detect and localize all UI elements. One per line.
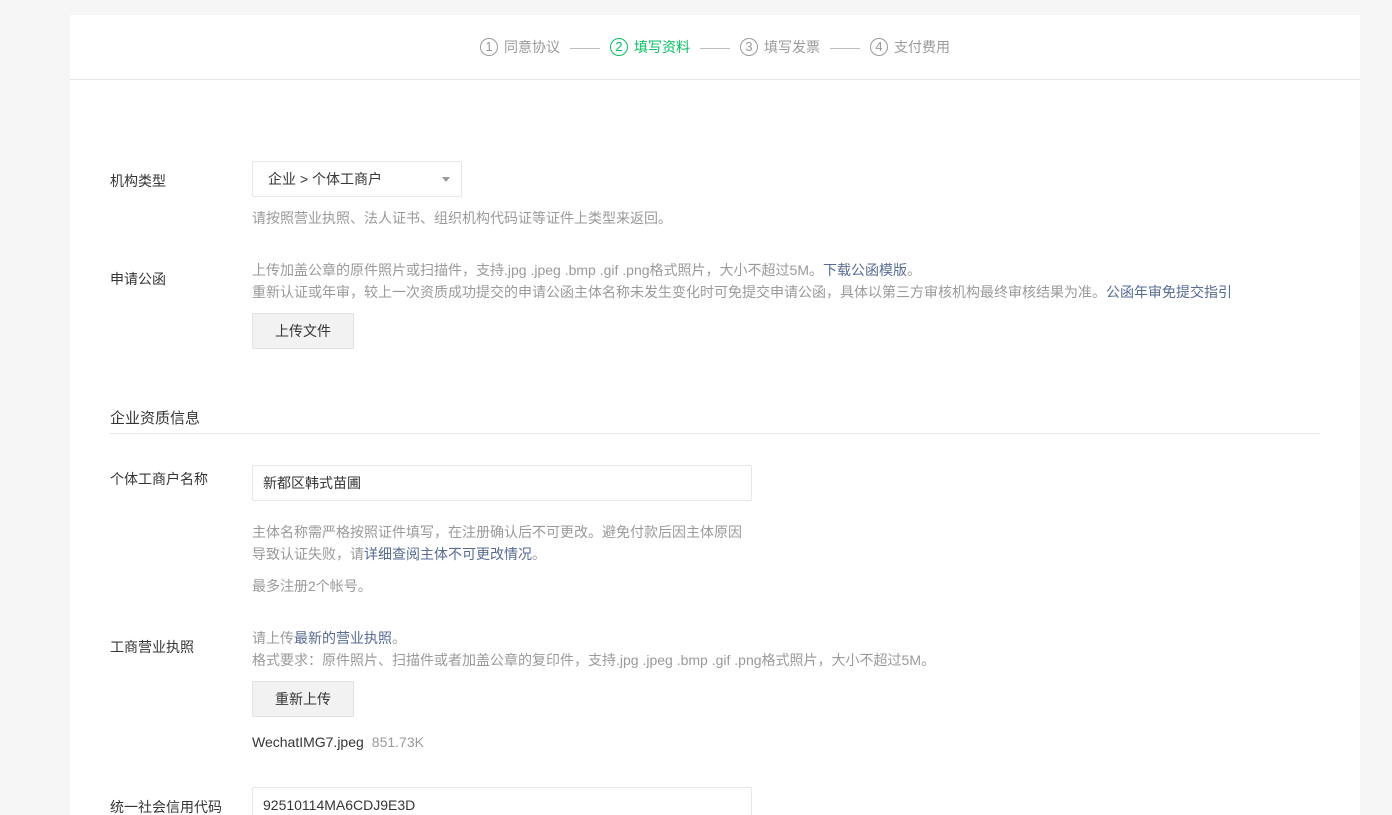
account-limit-tip: 最多注册2个帐号。 [252, 578, 372, 594]
file-name[interactable]: WechatIMG7.jpeg [252, 734, 364, 750]
step-agree: 1 同意协议 [480, 37, 560, 57]
latest-license-link[interactable]: 最新的营业执照 [294, 630, 392, 646]
step-number: 3 [740, 38, 758, 56]
section-divider [110, 433, 1320, 434]
step-label: 填写发票 [764, 39, 820, 55]
chevron-down-icon [442, 177, 450, 182]
step-label: 支付费用 [894, 39, 950, 55]
unchangeable-subject-link[interactable]: 详细查阅主体不可更改情况 [364, 546, 532, 562]
business-name-tip-1: 主体名称需严格按照证件填写，在注册确认后不可更改。避免付款后因主体原因 [252, 524, 742, 540]
step-label: 同意协议 [504, 39, 560, 55]
step-divider [700, 48, 730, 49]
step-number: 1 [480, 38, 498, 56]
org-type-tip: 请按照营业执照、法人证书、组织机构代码证等证件上类型来返回。 [252, 210, 672, 226]
org-type-label: 机构类型 [110, 173, 166, 189]
credit-code-input[interactable]: 92510114MA6CDJ9E3D [252, 787, 752, 815]
business-name-tip-2: 导致认证失败，请详细查阅主体不可更改情况。 [252, 543, 546, 565]
section-title: 企业资质信息 [110, 410, 201, 427]
step-invoice: 3 填写发票 [740, 37, 820, 57]
license-label: 工商营业执照 [110, 639, 194, 655]
exemption-guide-link[interactable]: 公函年审免提交指引 [1106, 284, 1232, 300]
license-tip-text: 请上传 [252, 630, 294, 646]
letter-tip-text: 重新认证或年审，较上一次资质成功提交的申请公函主体名称未发生变化时可免提交申请公… [252, 284, 1106, 300]
file-size: 851.73K [371, 734, 424, 750]
step-payment: 4 支付费用 [870, 37, 950, 57]
letter-tip-1: 上传加盖公章的原件照片或扫描件，支持.jpg .jpeg .bmp .gif .… [252, 259, 921, 281]
upload-file-button[interactable]: 上传文件 [252, 313, 354, 349]
business-name-label: 个体工商户名称 [110, 471, 208, 487]
step-number: 4 [870, 38, 888, 56]
step-divider [830, 48, 860, 49]
business-name-tip-end: 。 [532, 546, 546, 562]
org-type-select[interactable]: 企业 > 个体工商户 [252, 161, 462, 197]
step-label: 填写资料 [634, 39, 690, 55]
business-name-tip-text: 导致认证失败，请 [252, 546, 364, 562]
letter-tip-2: 重新认证或年审，较上一次资质成功提交的申请公函主体名称未发生变化时可免提交申请公… [252, 281, 1232, 303]
step-fill-info: 2 填写资料 [610, 37, 690, 57]
form-card: 1 同意协议 2 填写资料 3 填写发票 4 支付费用 机构类型 企业 > 个体… [70, 15, 1360, 815]
step-number: 2 [610, 38, 628, 56]
letter-tip-text: 上传加盖公章的原件照片或扫描件，支持.jpg .jpeg .bmp .gif .… [252, 262, 823, 278]
download-template-link[interactable]: 下载公函模版 [823, 262, 907, 278]
letter-tip-end: 。 [906, 262, 921, 278]
uploaded-file: WechatIMG7.jpeg 851.73K [252, 734, 424, 750]
step-divider [570, 48, 600, 49]
license-tip-end: 。 [392, 630, 406, 646]
license-tip-1: 请上传最新的营业执照。 [252, 627, 406, 649]
credit-code-label: 统一社会信用代码 [110, 799, 222, 815]
letter-label: 申请公函 [110, 271, 166, 287]
step-bar: 1 同意协议 2 填写资料 3 填写发票 4 支付费用 [70, 15, 1360, 80]
org-type-value: 企业 > 个体工商户 [268, 171, 382, 187]
business-name-input[interactable]: 新都区韩式苗圃 [252, 465, 752, 501]
reupload-button[interactable]: 重新上传 [252, 681, 354, 717]
license-format-tip: 格式要求：原件照片、扫描件或者加盖公章的复印件，支持.jpg .jpeg .bm… [252, 652, 935, 668]
